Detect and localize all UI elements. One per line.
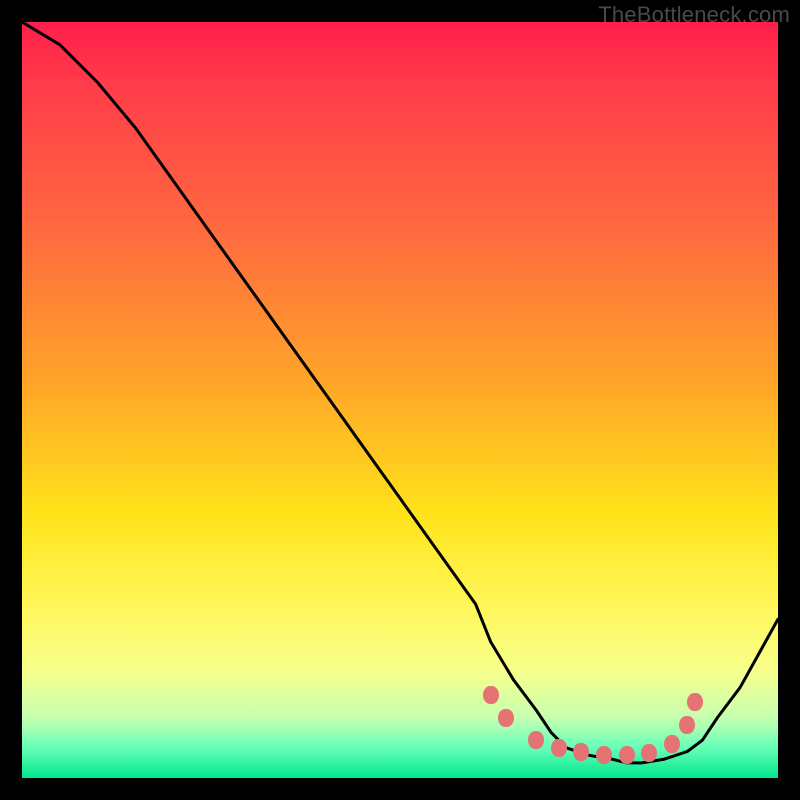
marker-dot <box>573 743 589 761</box>
marker-dot <box>687 693 703 711</box>
marker-dot <box>528 731 544 749</box>
marker-dot <box>619 746 635 764</box>
marker-dot <box>498 709 514 727</box>
marker-dot <box>596 746 612 764</box>
marker-dot <box>483 686 499 704</box>
marker-dot <box>551 739 567 757</box>
marker-dot <box>679 716 695 734</box>
chart-frame: TheBottleneck.com <box>0 0 800 800</box>
marker-dot <box>641 744 657 762</box>
marker-dot <box>664 735 680 753</box>
curve-line <box>22 22 778 778</box>
plot-area <box>22 22 778 778</box>
